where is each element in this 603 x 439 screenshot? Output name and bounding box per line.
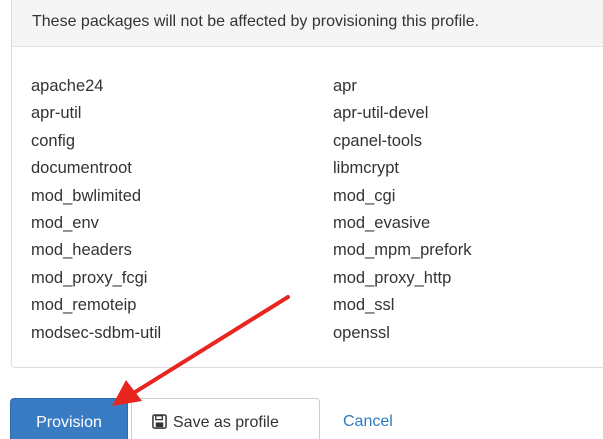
package-item: apr-util xyxy=(31,104,82,123)
package-item: openssl xyxy=(333,323,390,342)
cancel-link[interactable]: Cancel xyxy=(343,398,423,439)
package-item: libmcrypt xyxy=(333,159,400,178)
package-item: mod_proxy_http xyxy=(333,268,452,287)
save-as-profile-label: Save as profile xyxy=(173,414,279,431)
unaffected-packages-panel: These packages will not be affected by p… xyxy=(11,0,603,368)
package-list: apache24 apr apr-util apr-util-devel config c… xyxy=(31,76,603,350)
package-item: mod_headers xyxy=(31,241,132,260)
package-item: config xyxy=(31,131,76,150)
package-item: cpanel-tools xyxy=(333,131,422,150)
package-item: modsec-sdbm-util xyxy=(31,323,162,342)
package-item: mod_bwlimited xyxy=(31,186,142,205)
package-item: mod_proxy_fcgi xyxy=(31,268,148,287)
package-item: mod_evasive xyxy=(333,213,431,232)
floppy-disk-icon xyxy=(152,414,167,434)
package-item: mod_ssl xyxy=(333,296,395,315)
package-item: apr-util-devel xyxy=(333,104,429,123)
package-item: mod_cgi xyxy=(333,186,396,205)
package-item: apr xyxy=(333,77,357,95)
package-item: documentroot xyxy=(31,159,132,178)
package-item: apache24 xyxy=(31,77,104,95)
save-as-profile-button[interactable]: Save as profile xyxy=(131,398,320,439)
provision-button[interactable]: Provision xyxy=(10,398,128,439)
package-item: mod_env xyxy=(31,213,99,232)
package-item: mod_mpm_prefork xyxy=(333,241,472,260)
panel-header: These packages will not be affected by p… xyxy=(12,0,603,47)
page: These packages will not be affected by p… xyxy=(0,0,603,439)
package-item: mod_remoteip xyxy=(31,296,137,315)
